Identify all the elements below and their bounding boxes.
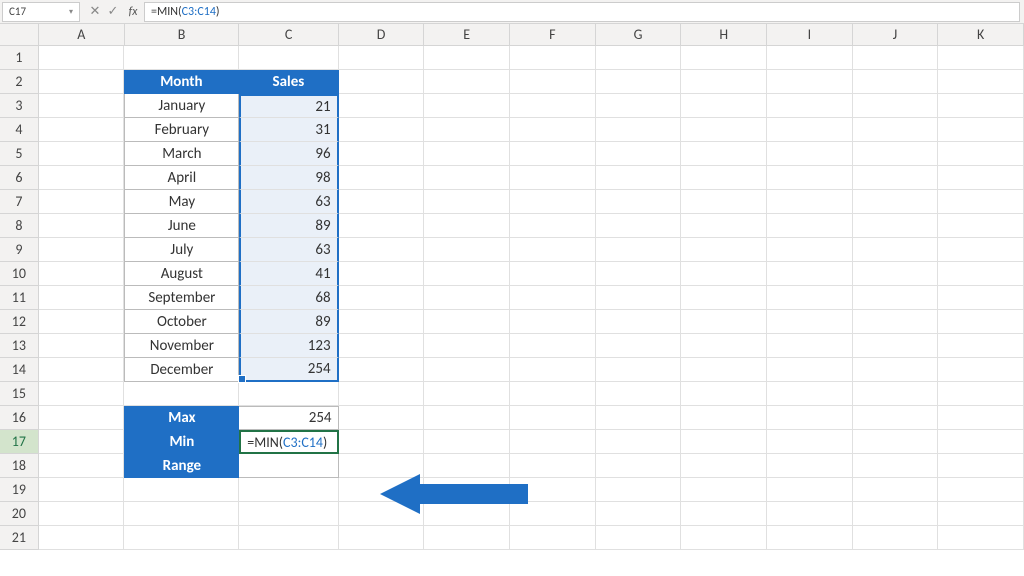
row-6: 6 April 98 — [0, 166, 1024, 190]
row-16: 16 Max 254 — [0, 406, 1024, 430]
row-21: 21 — [0, 526, 1024, 550]
col-header-I[interactable]: I — [767, 24, 853, 45]
cell-C1[interactable] — [239, 46, 338, 70]
select-all-corner[interactable] — [0, 24, 39, 45]
cell-B1[interactable] — [124, 46, 239, 70]
row-2: 2 Month Sales — [0, 70, 1024, 94]
name-box-value: C17 — [9, 5, 26, 18]
col-header-B[interactable]: B — [125, 24, 240, 45]
col-header-C[interactable]: C — [239, 24, 338, 45]
row-15: 15 — [0, 382, 1024, 406]
row-14: 14 December 254 — [0, 358, 1024, 382]
fx-icon[interactable]: fx — [122, 5, 144, 19]
spreadsheet-grid[interactable]: A B C D E F G H I J K 1 2 Month Sales 3 … — [0, 24, 1024, 550]
cell-month[interactable]: January — [124, 94, 239, 118]
cell-min-editing[interactable]: =MIN(C3:C14) — [239, 430, 338, 454]
col-header-H[interactable]: H — [681, 24, 767, 45]
row-header-1[interactable]: 1 — [0, 46, 39, 70]
row-1: 1 — [0, 46, 1024, 70]
col-header-G[interactable]: G — [596, 24, 682, 45]
cell-A1[interactable] — [39, 46, 125, 70]
row-13: 13 November 123 — [0, 334, 1024, 358]
table-header-month[interactable]: Month — [124, 70, 239, 94]
formula-bar: C17 ▾ ✕ ✓ fx =MIN(C3:C14) — [0, 0, 1024, 24]
cell-max-value[interactable]: 254 — [239, 406, 338, 430]
col-header-A[interactable]: A — [39, 24, 125, 45]
row-12: 12 October 89 — [0, 310, 1024, 334]
cancel-icon[interactable]: ✕ — [86, 2, 104, 22]
table-header-sales[interactable]: Sales — [239, 70, 338, 94]
label-min[interactable]: Min — [124, 430, 239, 454]
row-10: 10 August 41 — [0, 262, 1024, 286]
col-header-F[interactable]: F — [510, 24, 596, 45]
row-9: 9 July 63 — [0, 238, 1024, 262]
formula-input[interactable]: =MIN(C3:C14) — [144, 2, 1020, 22]
formula-text: =MIN(C3:C14) — [151, 5, 220, 19]
row-8: 8 June 89 — [0, 214, 1024, 238]
row-7: 7 May 63 — [0, 190, 1024, 214]
enter-icon[interactable]: ✓ — [104, 2, 122, 22]
column-headers: A B C D E F G H I J K — [0, 24, 1024, 46]
row-17: 17 Min =MIN(C3:C14) — [0, 430, 1024, 454]
row-3: 3 January 21 — [0, 94, 1024, 118]
label-range[interactable]: Range — [124, 454, 239, 478]
row-header-2[interactable]: 2 — [0, 70, 39, 94]
row-11: 11 September 68 — [0, 286, 1024, 310]
col-header-E[interactable]: E — [424, 24, 510, 45]
col-header-D[interactable]: D — [339, 24, 425, 45]
row-4: 4 February 31 — [0, 118, 1024, 142]
row-5: 5 March 96 — [0, 142, 1024, 166]
chevron-down-icon[interactable]: ▾ — [69, 7, 73, 17]
label-max[interactable]: Max — [124, 406, 239, 430]
col-header-K[interactable]: K — [938, 24, 1024, 45]
cell-sales[interactable]: 21 — [239, 94, 338, 118]
editing-formula-text: =MIN(C3:C14) — [247, 434, 327, 451]
col-header-J[interactable]: J — [853, 24, 939, 45]
name-box[interactable]: C17 ▾ — [2, 2, 80, 22]
arrow-left-icon — [380, 472, 530, 516]
cell-range-value[interactable] — [239, 454, 338, 478]
